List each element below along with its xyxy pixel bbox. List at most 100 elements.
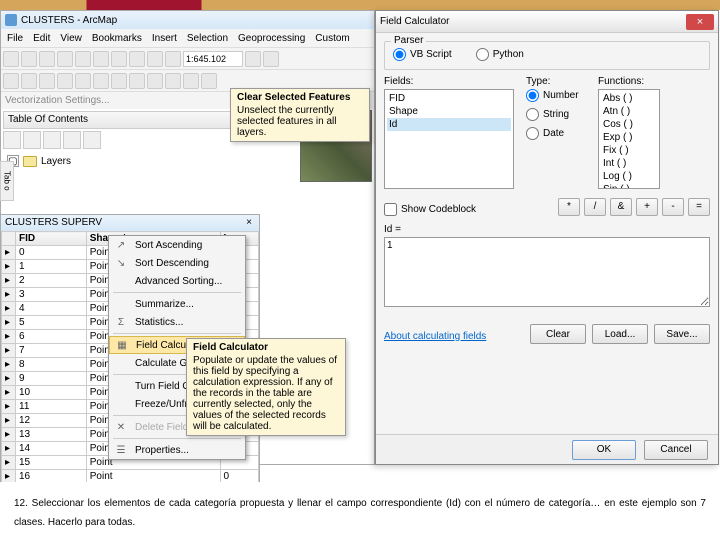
- field-item[interactable]: FID: [387, 92, 511, 105]
- functions-list[interactable]: Abs ( )Atn ( )Cos ( )Exp ( )Fix ( )Int (…: [598, 89, 660, 189]
- toc-list-by-selection-icon[interactable]: [63, 131, 81, 149]
- function-item[interactable]: Exp ( ): [601, 131, 657, 144]
- toc-list-by-drawing-icon[interactable]: [3, 131, 21, 149]
- load-button[interactable]: Load...: [592, 324, 648, 344]
- next-extent-icon[interactable]: [129, 73, 145, 89]
- pan-icon[interactable]: [39, 73, 55, 89]
- row-selector[interactable]: ▸: [2, 442, 16, 456]
- function-item[interactable]: Sin ( ): [601, 183, 657, 189]
- toolbox-icon[interactable]: [263, 51, 279, 67]
- menu-item[interactable]: Summarize...: [109, 295, 245, 313]
- close-icon[interactable]: ×: [243, 217, 255, 229]
- close-icon[interactable]: ×: [686, 14, 714, 30]
- select-features-icon[interactable]: [147, 73, 163, 89]
- vect-icon-1[interactable]: [114, 94, 128, 108]
- function-item[interactable]: Log ( ): [601, 170, 657, 183]
- identify-icon[interactable]: [201, 73, 217, 89]
- radio-icon[interactable]: [476, 48, 489, 61]
- function-item[interactable]: Abs ( ): [601, 92, 657, 105]
- save-button[interactable]: Save...: [654, 324, 710, 344]
- prev-extent-icon[interactable]: [111, 73, 127, 89]
- print-icon[interactable]: [57, 51, 73, 67]
- type-date-radio[interactable]: Date: [526, 127, 586, 140]
- select-elements-icon[interactable]: [183, 73, 199, 89]
- menu-item[interactable]: ↘Sort Descending: [109, 254, 245, 272]
- clear-selection-icon[interactable]: [165, 73, 181, 89]
- menu-insert[interactable]: Insert: [148, 31, 181, 46]
- zoom-out-icon[interactable]: [21, 73, 37, 89]
- cell-fid[interactable]: 12: [16, 414, 87, 428]
- menu-bookmarks[interactable]: Bookmarks: [88, 31, 146, 46]
- cell-fid[interactable]: 3: [16, 288, 87, 302]
- row-selector[interactable]: ▸: [2, 274, 16, 288]
- toc-options-icon[interactable]: [83, 131, 101, 149]
- cell-fid[interactable]: 11: [16, 400, 87, 414]
- cell-fid[interactable]: 5: [16, 316, 87, 330]
- fixed-zoom-in-icon[interactable]: [75, 73, 91, 89]
- cell-fid[interactable]: 6: [16, 330, 87, 344]
- cancel-button[interactable]: Cancel: [644, 440, 708, 460]
- row-selector[interactable]: ▸: [2, 428, 16, 442]
- type-number-radio[interactable]: Number: [526, 89, 586, 102]
- col-fid[interactable]: FID: [16, 232, 87, 246]
- operator-button[interactable]: +: [636, 198, 658, 216]
- radio-icon[interactable]: [526, 127, 539, 140]
- fields-list[interactable]: FID Shape Id: [384, 89, 514, 189]
- fixed-zoom-out-icon[interactable]: [93, 73, 109, 89]
- paste-icon[interactable]: [111, 51, 127, 67]
- menu-item[interactable]: ↗Sort Ascending: [109, 236, 245, 254]
- cell-fid[interactable]: 9: [16, 372, 87, 386]
- menu-item[interactable]: Advanced Sorting...: [109, 272, 245, 290]
- row-selector[interactable]: ▸: [2, 372, 16, 386]
- redo-icon[interactable]: [147, 51, 163, 67]
- ok-button[interactable]: OK: [572, 440, 636, 460]
- menu-item[interactable]: ☰Properties...: [109, 441, 245, 459]
- operator-button[interactable]: =: [688, 198, 710, 216]
- function-item[interactable]: Atn ( ): [601, 105, 657, 118]
- row-selector[interactable]: ▸: [2, 316, 16, 330]
- menu-item[interactable]: ΣStatistics...: [109, 313, 245, 331]
- about-link[interactable]: About calculating fields: [384, 331, 486, 342]
- function-item[interactable]: Cos ( ): [601, 118, 657, 131]
- cell-fid[interactable]: 7: [16, 344, 87, 358]
- vect-icon-2[interactable]: [132, 94, 146, 108]
- menu-file[interactable]: File: [3, 31, 27, 46]
- checkbox-icon[interactable]: [384, 203, 397, 216]
- row-selector[interactable]: ▸: [2, 302, 16, 316]
- vectorization-label[interactable]: Vectorization Settings...: [5, 95, 110, 106]
- scale-input[interactable]: [183, 51, 243, 67]
- operator-button[interactable]: -: [662, 198, 684, 216]
- operator-button[interactable]: /: [584, 198, 606, 216]
- editor-icon[interactable]: [245, 51, 261, 67]
- function-item[interactable]: Fix ( ): [601, 144, 657, 157]
- type-string-radio[interactable]: String: [526, 108, 586, 121]
- save-icon[interactable]: [39, 51, 55, 67]
- parser-python-radio[interactable]: Python: [476, 48, 524, 61]
- cell-fid[interactable]: 4: [16, 302, 87, 316]
- cell-fid[interactable]: 14: [16, 442, 87, 456]
- cell-fid[interactable]: 13: [16, 428, 87, 442]
- row-selector[interactable]: ▸: [2, 456, 16, 470]
- parser-vbscript-radio[interactable]: VB Script: [393, 48, 452, 61]
- add-data-icon[interactable]: [165, 51, 181, 67]
- copy-icon[interactable]: [93, 51, 109, 67]
- row-selector[interactable]: ▸: [2, 288, 16, 302]
- expression-textarea[interactable]: 1: [384, 237, 710, 307]
- menu-selection[interactable]: Selection: [183, 31, 232, 46]
- row-selector[interactable]: ▸: [2, 386, 16, 400]
- vertical-tab[interactable]: Tab o: [0, 161, 14, 201]
- field-item[interactable]: Shape: [387, 105, 511, 118]
- full-extent-icon[interactable]: [57, 73, 73, 89]
- function-item[interactable]: Int ( ): [601, 157, 657, 170]
- radio-icon[interactable]: [526, 89, 539, 102]
- row-selector[interactable]: ▸: [2, 344, 16, 358]
- show-codeblock-checkbox[interactable]: Show Codeblock: [384, 203, 476, 216]
- row-selector[interactable]: ▸: [2, 414, 16, 428]
- zoom-in-icon[interactable]: [3, 73, 19, 89]
- row-selector[interactable]: ▸: [2, 246, 16, 260]
- cell-fid[interactable]: 2: [16, 274, 87, 288]
- row-selector[interactable]: ▸: [2, 260, 16, 274]
- new-doc-icon[interactable]: [3, 51, 19, 67]
- menu-customize[interactable]: Custom: [311, 31, 353, 46]
- clear-button[interactable]: Clear: [530, 324, 586, 344]
